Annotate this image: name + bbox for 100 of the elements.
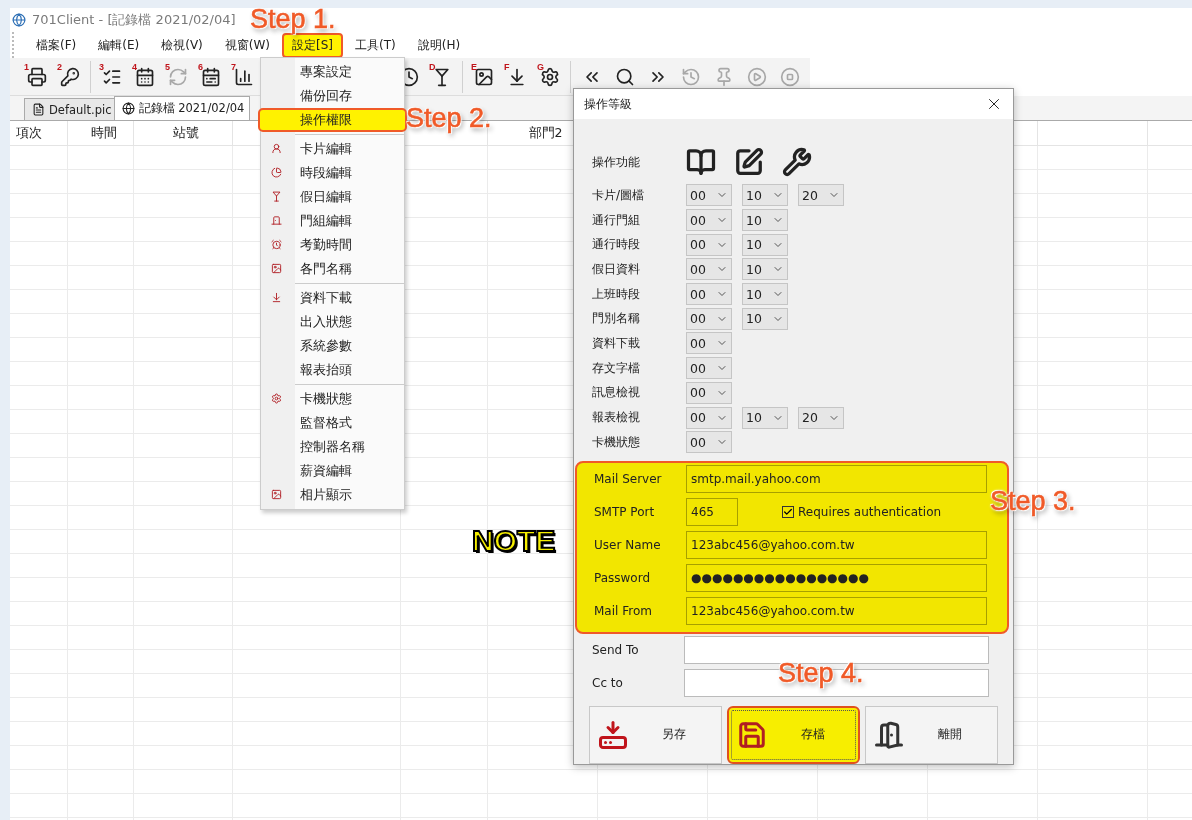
door-exit-icon <box>874 719 904 750</box>
dropdown[interactable]: 00 <box>686 283 732 306</box>
dropdown[interactable]: 00 <box>686 332 732 355</box>
dropdown[interactable]: 00 <box>686 209 732 232</box>
dialog-button[interactable]: 離開 <box>865 705 998 764</box>
toolbar-button[interactable]: F <box>500 60 533 93</box>
field-label: Password <box>594 571 652 586</box>
menu-item[interactable]: 報表抬頭 <box>261 358 404 382</box>
dropdown[interactable]: 00 <box>686 233 732 256</box>
image-icon <box>271 489 282 500</box>
menu-item[interactable]: 專案設定 <box>261 60 404 84</box>
toolbar-button[interactable]: 1 <box>20 60 53 93</box>
input-field[interactable]: 123abc456@yahoo.com.tw <box>686 531 987 560</box>
globe-icon <box>121 102 135 115</box>
refresh-icon <box>167 66 188 87</box>
dropdown[interactable]: 20 <box>798 184 844 207</box>
edit-icon <box>734 147 764 177</box>
stop-icon <box>779 66 800 87</box>
menu-item[interactable]: 資料下載 <box>261 286 404 310</box>
download-icon <box>271 292 282 303</box>
menu-item[interactable]: 薪資編輯 <box>261 459 404 483</box>
dropdown[interactable]: 10 <box>742 184 788 207</box>
dropdown[interactable]: 10 <box>742 406 788 429</box>
field-label: 通行門組 <box>592 211 641 229</box>
dialog-title: 操作等級 <box>584 95 632 113</box>
dialog-button[interactable]: 另存 <box>589 705 722 764</box>
dropdown[interactable]: 10 <box>742 209 788 232</box>
field-label: 報表檢視 <box>592 409 641 427</box>
alarm-clock-icon <box>271 239 282 250</box>
app-globe-icon <box>12 13 26 27</box>
menu-item[interactable]: 卡機狀態 <box>261 387 404 411</box>
document-icon <box>32 103 45 116</box>
menu-item[interactable]: 相片顯示 <box>261 483 404 507</box>
cocktail-glass-icon <box>271 191 282 202</box>
dropdown[interactable]: 00 <box>686 431 732 454</box>
dropdown[interactable]: 10 <box>742 233 788 256</box>
menu-item[interactable]: 說明(H) <box>407 32 471 58</box>
field-label: Mail From <box>594 604 653 619</box>
door-icon <box>271 215 282 226</box>
input-field[interactable] <box>684 636 989 665</box>
field-label: 操作功能 <box>592 153 641 171</box>
dropdown[interactable]: 10 <box>742 283 788 306</box>
menu-item[interactable]: 控制器名稱 <box>261 435 404 459</box>
dropdown[interactable]: 00 <box>686 406 732 429</box>
dialog-button[interactable]: 存檔 <box>727 705 860 764</box>
settings-icon <box>539 66 560 87</box>
tab[interactable]: 記錄檔 2021/02/04 <box>113 96 251 120</box>
toolbar-button[interactable]: G <box>533 60 566 93</box>
field-label: 門別名稱 <box>592 310 641 328</box>
password-field[interactable]: ●●●●●●●●●●●●●●●●● <box>686 564 987 593</box>
field-label: 訊息檢視 <box>592 384 641 402</box>
menu-item[interactable]: 出入狀態 <box>261 310 404 334</box>
toolbar-button[interactable]: 4 <box>128 60 161 93</box>
dropdown[interactable]: 00 <box>686 357 732 380</box>
dropdown[interactable]: 20 <box>798 406 844 429</box>
field-label: 存文字檔 <box>592 359 641 377</box>
toolbar-button[interactable]: 3 <box>95 60 128 93</box>
search-icon <box>614 66 635 87</box>
toolbar-button[interactable]: E <box>467 60 500 93</box>
menu-item[interactable]: 備份回存 <box>261 84 404 108</box>
dropdown[interactable]: 10 <box>742 258 788 281</box>
field-label: 資料下載 <box>592 334 641 352</box>
dropdown[interactable]: 00 <box>686 184 732 207</box>
menu-item[interactable]: 視窗(W) <box>214 32 281 58</box>
menu-item[interactable]: 工具(T) <box>345 32 406 58</box>
menu-item[interactable]: 檢視(V) <box>151 32 213 58</box>
dropdown[interactable]: 00 <box>686 307 732 330</box>
menu-item[interactable]: 卡片編輯 <box>261 137 404 161</box>
menu-item[interactable]: 門組編輯 <box>261 209 404 233</box>
input-field[interactable]: 123abc456@yahoo.com.tw <box>686 597 987 626</box>
dropdown[interactable]: 00 <box>686 258 732 281</box>
menu-item[interactable]: 各門名稱 <box>261 257 404 281</box>
input-field[interactable]: 465 <box>686 498 738 527</box>
menu-item[interactable]: 操作權限 <box>258 108 407 132</box>
toolbar-button[interactable]: 7 <box>227 60 260 93</box>
image-icon <box>473 66 494 87</box>
toolbar-button[interactable]: 6 <box>194 60 227 93</box>
menu-item[interactable]: 時段編輯 <box>261 161 404 185</box>
key-icon <box>59 66 80 87</box>
play-icon <box>746 66 767 87</box>
toolbar-button[interactable]: 2 <box>53 60 86 93</box>
menu-item[interactable]: 系統參數 <box>261 334 404 358</box>
field-label: Send To <box>592 643 640 658</box>
input-field[interactable]: smtp.mail.yahoo.com <box>686 465 987 494</box>
field-label: 假日資料 <box>592 260 641 278</box>
calendar-icon <box>134 66 155 87</box>
note-label: NOTE <box>472 524 556 558</box>
menu-item[interactable]: 檔案(F) <box>26 32 87 58</box>
checkbox[interactable] <box>782 506 794 519</box>
menu-item[interactable]: 編輯(E) <box>88 32 150 58</box>
book-icon <box>686 147 716 177</box>
user-icon <box>271 143 282 154</box>
menu-item[interactable]: 監督格式 <box>261 411 404 435</box>
toolbar-button[interactable]: D <box>425 60 458 93</box>
dropdown[interactable]: 00 <box>686 381 732 404</box>
dropdown[interactable]: 10 <box>742 307 788 330</box>
image-icon <box>271 263 282 274</box>
wrench-icon <box>782 147 812 177</box>
menu-item[interactable]: 假日編輯 <box>261 185 404 209</box>
menu-item[interactable]: 考勤時間 <box>261 233 404 257</box>
